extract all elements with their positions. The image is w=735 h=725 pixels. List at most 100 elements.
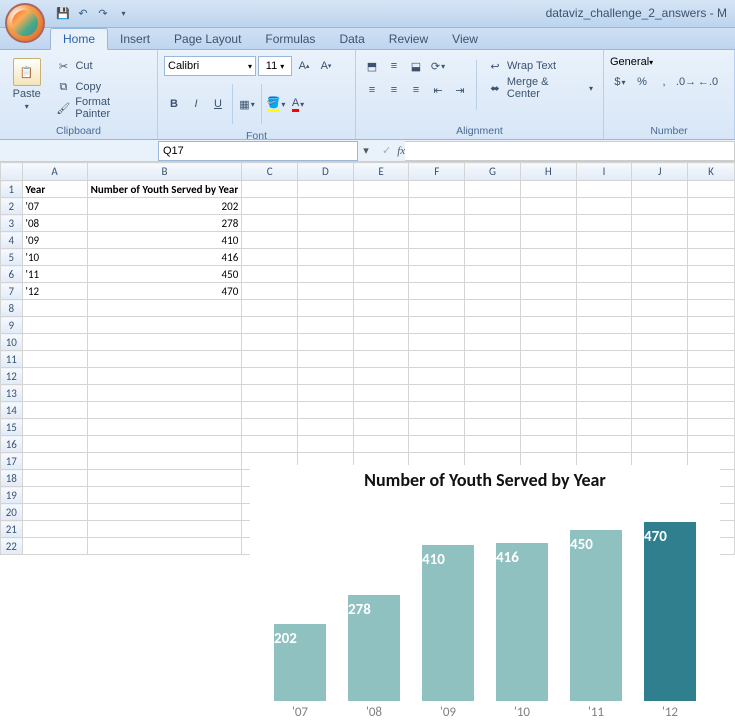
cell[interactable] bbox=[688, 368, 735, 385]
cell[interactable] bbox=[520, 232, 576, 249]
cell[interactable] bbox=[22, 300, 87, 317]
cell[interactable] bbox=[409, 317, 465, 334]
cell[interactable] bbox=[297, 181, 353, 198]
tab-insert[interactable]: Insert bbox=[108, 29, 162, 49]
cell[interactable] bbox=[87, 487, 242, 504]
cell[interactable] bbox=[87, 317, 242, 334]
cell[interactable] bbox=[520, 249, 576, 266]
cell[interactable] bbox=[632, 215, 688, 232]
cell[interactable] bbox=[465, 351, 521, 368]
row-header[interactable]: 4 bbox=[1, 232, 23, 249]
cell[interactable] bbox=[22, 521, 87, 538]
row-header[interactable]: 19 bbox=[1, 487, 23, 504]
cell[interactable] bbox=[87, 436, 242, 453]
cell[interactable] bbox=[576, 249, 632, 266]
cell[interactable] bbox=[576, 419, 632, 436]
decrease-decimal-icon[interactable]: ←.0 bbox=[698, 72, 718, 92]
cell[interactable] bbox=[520, 317, 576, 334]
cell[interactable] bbox=[409, 232, 465, 249]
cell[interactable] bbox=[22, 538, 87, 555]
cell[interactable]: 202 bbox=[87, 198, 242, 215]
column-header[interactable]: B bbox=[87, 163, 242, 181]
cell[interactable] bbox=[297, 198, 353, 215]
row-header[interactable]: 17 bbox=[1, 453, 23, 470]
cell[interactable] bbox=[576, 334, 632, 351]
cell[interactable] bbox=[87, 334, 242, 351]
fx-icon[interactable]: fx bbox=[397, 145, 405, 157]
save-icon[interactable]: 💾 bbox=[55, 6, 71, 22]
cell[interactable] bbox=[242, 198, 298, 215]
cell[interactable] bbox=[297, 385, 353, 402]
cell[interactable] bbox=[353, 215, 409, 232]
cell[interactable] bbox=[22, 385, 87, 402]
cell[interactable] bbox=[576, 283, 632, 300]
fill-color-icon[interactable]: 🪣 bbox=[266, 94, 286, 114]
cell[interactable] bbox=[576, 368, 632, 385]
cell[interactable] bbox=[520, 266, 576, 283]
cell[interactable] bbox=[465, 215, 521, 232]
percent-format-icon[interactable]: % bbox=[632, 72, 652, 92]
cell[interactable] bbox=[632, 334, 688, 351]
cell[interactable] bbox=[22, 504, 87, 521]
cell[interactable] bbox=[353, 368, 409, 385]
select-all-corner[interactable] bbox=[1, 163, 23, 181]
accounting-format-icon[interactable]: $ bbox=[610, 72, 630, 92]
cell[interactable] bbox=[242, 351, 298, 368]
cell[interactable] bbox=[465, 266, 521, 283]
cell[interactable] bbox=[87, 351, 242, 368]
row-header[interactable]: 7 bbox=[1, 283, 23, 300]
cell[interactable] bbox=[688, 419, 735, 436]
column-header[interactable]: G bbox=[465, 163, 521, 181]
formula-input[interactable] bbox=[405, 141, 735, 161]
cell[interactable] bbox=[576, 232, 632, 249]
cell[interactable] bbox=[465, 334, 521, 351]
underline-icon[interactable]: U bbox=[208, 94, 228, 114]
cell[interactable] bbox=[87, 368, 242, 385]
cell[interactable] bbox=[409, 436, 465, 453]
cell[interactable] bbox=[242, 334, 298, 351]
cell[interactable] bbox=[465, 300, 521, 317]
cell[interactable] bbox=[353, 334, 409, 351]
cell[interactable] bbox=[688, 215, 735, 232]
cell[interactable] bbox=[576, 317, 632, 334]
number-format-select[interactable]: General▾ bbox=[610, 56, 706, 68]
tab-review[interactable]: Review bbox=[377, 29, 440, 49]
cell[interactable] bbox=[688, 300, 735, 317]
column-header[interactable]: D bbox=[297, 163, 353, 181]
align-center-icon[interactable]: ≡ bbox=[384, 80, 404, 100]
column-header[interactable]: K bbox=[688, 163, 735, 181]
align-left-icon[interactable]: ≡ bbox=[362, 80, 382, 100]
cell[interactable] bbox=[632, 181, 688, 198]
cell[interactable] bbox=[409, 215, 465, 232]
qat-customize-icon[interactable] bbox=[115, 6, 131, 22]
cell[interactable] bbox=[22, 368, 87, 385]
cell[interactable] bbox=[353, 436, 409, 453]
cell[interactable] bbox=[576, 300, 632, 317]
cell[interactable] bbox=[520, 436, 576, 453]
cell[interactable] bbox=[632, 249, 688, 266]
cell[interactable] bbox=[576, 385, 632, 402]
cell[interactable] bbox=[409, 300, 465, 317]
align-middle-icon[interactable]: ≡ bbox=[384, 56, 404, 76]
cell[interactable] bbox=[688, 402, 735, 419]
cell[interactable] bbox=[87, 521, 242, 538]
cell[interactable] bbox=[409, 334, 465, 351]
cell[interactable] bbox=[688, 436, 735, 453]
cell[interactable] bbox=[688, 181, 735, 198]
tab-data[interactable]: Data bbox=[327, 29, 376, 49]
cell[interactable] bbox=[632, 232, 688, 249]
column-header[interactable]: A bbox=[22, 163, 87, 181]
cell[interactable]: '10 bbox=[22, 249, 87, 266]
wrap-text-button[interactable]: ↩Wrap Text bbox=[483, 56, 597, 76]
cell[interactable] bbox=[576, 402, 632, 419]
cell[interactable] bbox=[242, 181, 298, 198]
cell[interactable] bbox=[465, 385, 521, 402]
cell[interactable] bbox=[297, 317, 353, 334]
column-header[interactable]: C bbox=[242, 163, 298, 181]
row-header[interactable]: 2 bbox=[1, 198, 23, 215]
cell[interactable] bbox=[22, 436, 87, 453]
cell[interactable] bbox=[22, 453, 87, 470]
cell[interactable] bbox=[632, 283, 688, 300]
cell[interactable] bbox=[87, 385, 242, 402]
cell[interactable] bbox=[576, 351, 632, 368]
